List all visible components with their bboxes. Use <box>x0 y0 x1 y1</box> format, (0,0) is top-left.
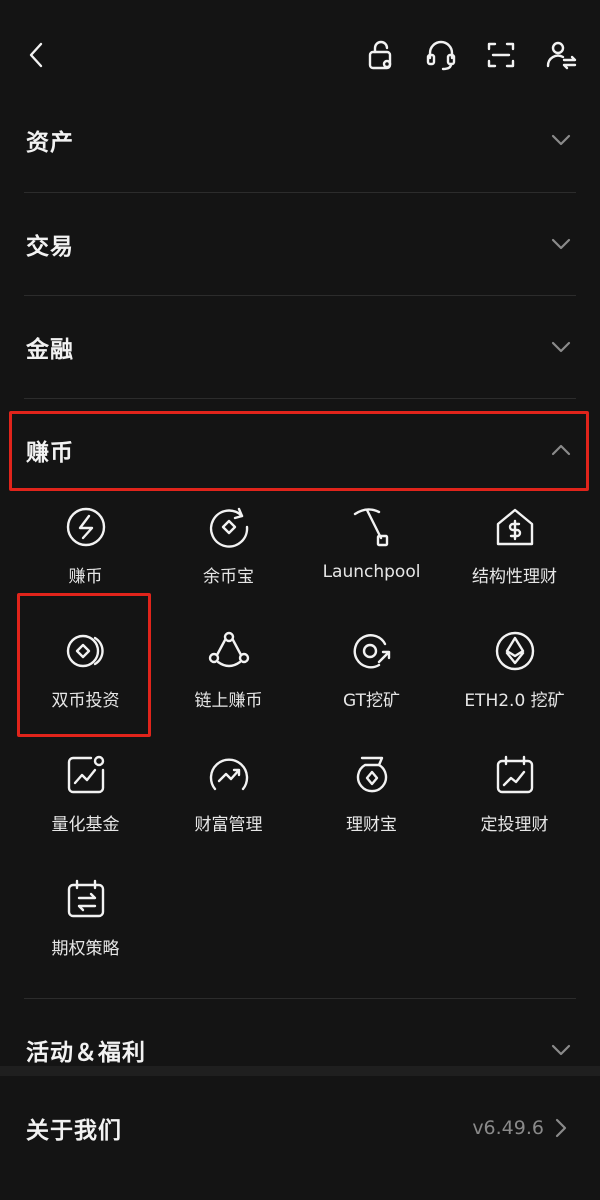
calendar-chart-icon <box>492 752 538 798</box>
earn-item-label: 定投理财 <box>480 815 549 835</box>
pickaxe-icon <box>349 504 395 550</box>
back-icon[interactable] <box>22 40 52 70</box>
earn-item-launchpool[interactable]: Launchpool <box>300 500 443 610</box>
section-earn-title: 赚币 <box>26 440 74 466</box>
section-trade-title: 交易 <box>26 234 74 260</box>
earn-item-wealth[interactable]: 财富管理 <box>157 748 300 858</box>
yubibao-icon <box>206 504 252 550</box>
earn-item-eth-mining[interactable]: ETH2.0 挖矿 <box>443 624 586 734</box>
user-switch-icon[interactable] <box>544 38 578 72</box>
chevron-down-icon <box>548 231 574 257</box>
earn-item-onchain[interactable]: 链上赚币 <box>157 624 300 734</box>
chevron-up-icon <box>548 437 574 463</box>
earn-item-quant-fund[interactable]: 量化基金 <box>14 748 157 858</box>
earn-item-label: ETH2.0 挖矿 <box>464 691 565 711</box>
section-finance-title: 金融 <box>26 337 74 363</box>
chevron-right-icon <box>548 1115 574 1141</box>
earn-item-gt-mining[interactable]: GT挖矿 <box>300 624 443 734</box>
chain-network-icon <box>206 628 252 674</box>
earn-coin-icon <box>63 504 109 550</box>
lock-icon[interactable] <box>364 38 398 72</box>
about-row[interactable]: 关于我们 v6.49.6 <box>0 1076 600 1180</box>
scan-icon[interactable] <box>484 38 518 72</box>
chevron-down-icon <box>548 334 574 360</box>
section-events-title: 活动＆福利 <box>26 1040 146 1066</box>
licaibao-pot-icon <box>349 752 395 798</box>
earn-item-label: 理财宝 <box>346 815 397 835</box>
app-version: v6.49.6 <box>472 1117 544 1139</box>
section-earn[interactable]: 赚币 <box>0 398 600 502</box>
earn-item-label: 链上赚币 <box>194 691 263 711</box>
chevron-down-icon <box>548 1037 574 1063</box>
quant-chart-icon <box>63 752 109 798</box>
section-assets[interactable]: 资产 <box>0 88 600 192</box>
ethereum-icon <box>492 628 538 674</box>
about-title: 关于我们 <box>26 1118 122 1144</box>
section-assets-title: 资产 <box>26 130 74 156</box>
earn-item-label: 结构性理财 <box>472 567 557 587</box>
earn-item-auto-invest[interactable]: 定投理财 <box>443 748 586 858</box>
top-actions <box>364 38 578 72</box>
earn-item-label: 量化基金 <box>51 815 120 835</box>
chevron-down-icon <box>548 127 574 153</box>
earn-item-label: 期权策略 <box>51 939 120 959</box>
earn-item-licaibao[interactable]: 理财宝 <box>300 748 443 858</box>
earn-item-earn[interactable]: 赚币 <box>14 500 157 610</box>
earn-item-label: 余币宝 <box>203 567 254 587</box>
section-trade[interactable]: 交易 <box>0 192 600 296</box>
about-right: v6.49.6 <box>472 1115 574 1141</box>
earn-item-label: 双币投资 <box>51 691 120 711</box>
earn-item-structured[interactable]: 结构性理财 <box>443 500 586 610</box>
calendar-swap-icon <box>63 876 109 922</box>
wealth-gauge-icon <box>206 752 252 798</box>
gt-mining-icon <box>349 628 395 674</box>
earn-item-label: 财富管理 <box>194 815 263 835</box>
earn-item-label: GT挖矿 <box>343 691 400 711</box>
earn-item-label: 赚币 <box>68 567 103 587</box>
section-finance[interactable]: 金融 <box>0 295 600 399</box>
earn-item-label: Launchpool <box>322 562 421 582</box>
section-separator <box>0 1066 600 1076</box>
headset-icon[interactable] <box>424 38 458 72</box>
house-dollar-icon <box>492 504 538 550</box>
earn-item-options[interactable]: 期权策略 <box>14 872 157 982</box>
dual-coin-icon <box>63 628 109 674</box>
earn-item-dual-coin[interactable]: 双币投资 <box>14 624 157 734</box>
earn-item-yubibao[interactable]: 余币宝 <box>157 500 300 610</box>
